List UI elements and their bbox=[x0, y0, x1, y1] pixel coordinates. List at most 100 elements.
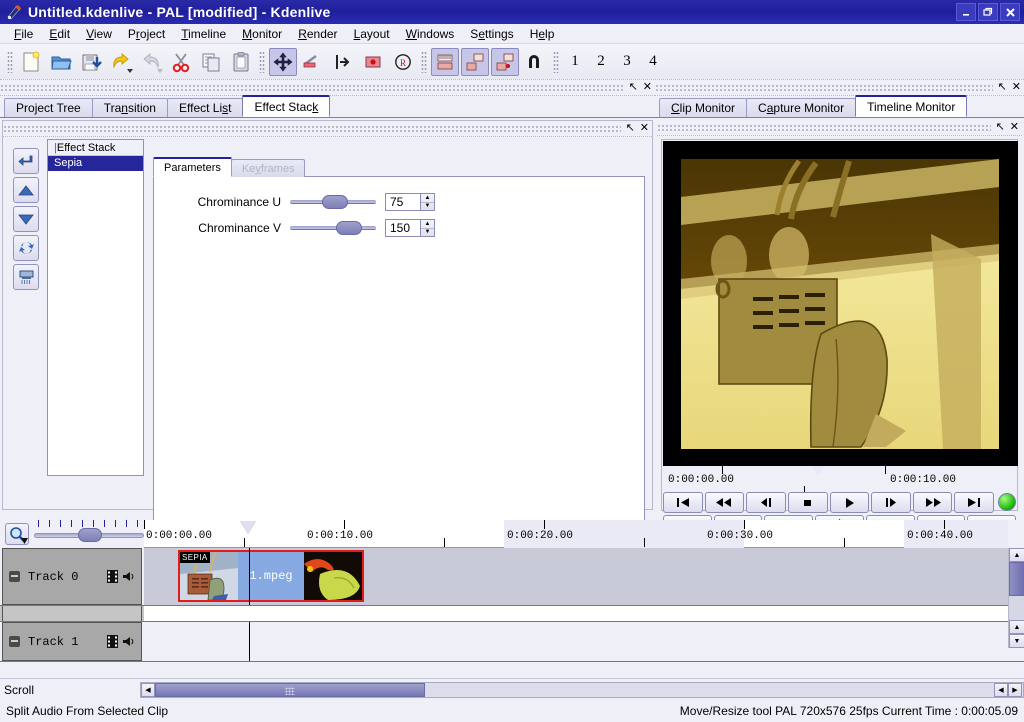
chrominance-v-slider[interactable] bbox=[290, 221, 376, 235]
close-icon[interactable]: ✕ bbox=[1010, 122, 1019, 133]
menu-help[interactable]: Help bbox=[522, 25, 563, 43]
monitor-ruler[interactable]: 0:00:00.00 0:00:10.00 bbox=[662, 466, 1017, 492]
toolbar-grip-2[interactable] bbox=[259, 51, 265, 73]
menu-layout[interactable]: Layout bbox=[346, 25, 398, 43]
zoom-slider-knob[interactable] bbox=[78, 528, 102, 542]
timeline-zoom-slider[interactable] bbox=[34, 528, 144, 542]
toolbar-grip-3[interactable] bbox=[421, 51, 427, 73]
spin-down-icon[interactable]: ▼ bbox=[421, 229, 434, 237]
tab-transition[interactable]: Transition bbox=[92, 98, 168, 117]
reset-effect-button[interactable] bbox=[13, 148, 39, 174]
show-video-thumbs-button[interactable] bbox=[461, 48, 489, 76]
tab-effect-list[interactable]: Effect List bbox=[167, 98, 243, 117]
timeline-horizontal-scrollbar[interactable]: ◀ ◀ ▶ bbox=[140, 682, 1024, 698]
track-1-clip-area[interactable] bbox=[144, 622, 1008, 661]
frame-back-button[interactable] bbox=[746, 492, 786, 513]
tab-capture-monitor[interactable]: Capture Monitor bbox=[746, 98, 856, 117]
guide-number-1[interactable]: 1 bbox=[562, 53, 588, 70]
stop-button[interactable] bbox=[788, 492, 828, 513]
timeline-playhead[interactable] bbox=[240, 521, 256, 534]
spin-up-icon[interactable]: ▲ bbox=[421, 220, 434, 229]
track-collapse-icon[interactable] bbox=[9, 636, 20, 647]
horizontal-scroll-thumb[interactable] bbox=[155, 683, 425, 697]
close-icon[interactable]: ✕ bbox=[643, 82, 652, 93]
menu-edit[interactable]: Edit bbox=[41, 25, 78, 43]
menu-monitor[interactable]: Monitor bbox=[234, 25, 290, 43]
float-icon[interactable]: ↖ bbox=[626, 123, 635, 134]
menu-project[interactable]: Project bbox=[120, 25, 173, 43]
chrominance-u-arrows[interactable]: ▲ ▼ bbox=[420, 193, 435, 211]
film-strip-icon[interactable] bbox=[107, 635, 118, 648]
timeline-clip[interactable]: SEPIA 1.mpeg bbox=[178, 550, 364, 602]
tab-project-tree[interactable]: Project Tree bbox=[4, 98, 93, 117]
speaker-icon[interactable] bbox=[122, 570, 135, 583]
chrominance-u-slider[interactable] bbox=[290, 195, 376, 209]
close-icon[interactable]: ✕ bbox=[1012, 82, 1021, 93]
slider-knob[interactable] bbox=[336, 221, 362, 235]
close-button[interactable] bbox=[1000, 3, 1020, 21]
menu-view[interactable]: View bbox=[78, 25, 120, 43]
tab-timeline-monitor[interactable]: Timeline Monitor bbox=[855, 95, 967, 117]
scroll-left-button-2[interactable]: ◀ bbox=[994, 683, 1008, 697]
snap-marker-button[interactable] bbox=[359, 48, 387, 76]
track-collapse-icon[interactable] bbox=[9, 571, 20, 582]
refresh-effect-button[interactable] bbox=[13, 235, 39, 261]
float-icon[interactable]: ↖ bbox=[998, 82, 1007, 93]
chrominance-u-stepper[interactable]: ▲ ▼ bbox=[385, 193, 435, 211]
film-strip-icon[interactable] bbox=[107, 570, 118, 583]
menu-render[interactable]: Render bbox=[290, 25, 345, 43]
toolbar-grip-4[interactable] bbox=[553, 51, 559, 73]
speaker-icon[interactable] bbox=[122, 635, 135, 648]
guide-number-3[interactable]: 3 bbox=[614, 53, 640, 70]
tab-effect-stack[interactable]: Effect Stack bbox=[242, 95, 330, 117]
zoom-magnifier-icon[interactable] bbox=[5, 523, 29, 545]
menu-windows[interactable]: Windows bbox=[398, 25, 463, 43]
move-effect-down-button[interactable] bbox=[13, 206, 39, 232]
chrominance-v-input[interactable] bbox=[385, 219, 420, 237]
menu-timeline[interactable]: Timeline bbox=[173, 25, 234, 43]
guide-number-2[interactable]: 2 bbox=[588, 53, 614, 70]
go-start-button[interactable] bbox=[663, 492, 703, 513]
delete-effect-button[interactable] bbox=[13, 264, 39, 290]
slider-knob[interactable] bbox=[322, 195, 348, 209]
effect-stack-grip[interactable] bbox=[3, 125, 621, 133]
timeline-vertical-scrollbar[interactable]: ▲ ▲ ▼ bbox=[1008, 548, 1024, 648]
scroll-right-button[interactable]: ▶ bbox=[1008, 683, 1022, 697]
tab-parameters[interactable]: Parameters bbox=[153, 157, 232, 177]
new-document-button[interactable] bbox=[17, 48, 45, 76]
go-end-button[interactable] bbox=[954, 492, 994, 513]
redo-button[interactable] bbox=[137, 48, 165, 76]
fit-zoom-button[interactable] bbox=[521, 48, 549, 76]
paste-button[interactable] bbox=[227, 48, 255, 76]
effect-stack-list[interactable]: |Effect Stack Sepia bbox=[47, 139, 144, 476]
timeline-ruler[interactable]: 0:00:00.00 0:00:10.00 0:00:20.00 0:00:30… bbox=[144, 520, 1008, 548]
track-0-clip-area[interactable]: SEPIA 1.mpeg bbox=[144, 548, 1008, 605]
menu-settings[interactable]: Settings bbox=[462, 25, 521, 43]
chrominance-v-stepper[interactable]: ▲ ▼ bbox=[385, 219, 435, 237]
restore-button[interactable] bbox=[978, 3, 998, 21]
left-dock-grip[interactable] bbox=[0, 84, 624, 92]
minimize-button[interactable] bbox=[956, 3, 976, 21]
monitor-playhead[interactable] bbox=[811, 466, 825, 476]
float-icon[interactable]: ↖ bbox=[629, 82, 638, 93]
tab-clip-monitor[interactable]: Clip Monitor bbox=[659, 98, 747, 117]
rewind-button[interactable] bbox=[705, 492, 745, 513]
chrominance-v-arrows[interactable]: ▲ ▼ bbox=[420, 219, 435, 237]
spin-up-icon[interactable]: ▲ bbox=[421, 194, 434, 203]
chrominance-u-input[interactable] bbox=[385, 193, 420, 211]
copy-button[interactable] bbox=[197, 48, 225, 76]
frame-forward-button[interactable] bbox=[871, 492, 911, 513]
float-icon[interactable]: ↖ bbox=[996, 122, 1005, 133]
razor-tool-button[interactable] bbox=[299, 48, 327, 76]
play-button[interactable] bbox=[830, 492, 870, 513]
monitor-video-area[interactable] bbox=[663, 141, 1018, 466]
scroll-up-button[interactable]: ▲ bbox=[1009, 548, 1024, 562]
spin-down-icon[interactable]: ▼ bbox=[421, 203, 434, 211]
monitor-dock-grip[interactable] bbox=[655, 84, 993, 92]
record-monitor-button[interactable]: R bbox=[389, 48, 417, 76]
scroll-down-page-button[interactable]: ▲ bbox=[1009, 620, 1024, 634]
track-header-1[interactable]: Track 1 bbox=[2, 622, 142, 661]
move-tool-button[interactable] bbox=[269, 48, 297, 76]
fast-forward-button[interactable] bbox=[913, 492, 953, 513]
close-icon[interactable]: ✕ bbox=[640, 123, 649, 134]
